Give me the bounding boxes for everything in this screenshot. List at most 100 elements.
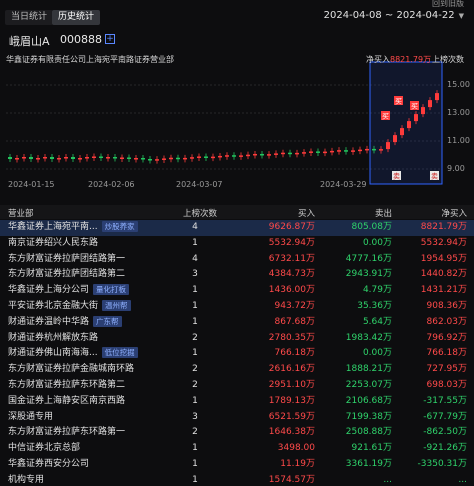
trade-marker-label: 卖 [431,173,438,181]
buy-cell: 9626.87万 [268,222,315,232]
table-row[interactable]: 华鑫证券上海宛平南... 炒股养家 4 9626.87万 805.08万 8821.79万 [0,220,474,236]
header-buy[interactable]: 买入 [240,207,315,219]
candle-body [351,150,355,152]
branch-name-cell: 华鑫证券上海宛平南... 炒股养家 [8,220,178,236]
branch-tag-badge[interactable]: 炒股养家 [101,221,138,232]
sell-cell: 2508.88万 [345,427,392,438]
table-row[interactable]: 机构专用 1 1574.57万...... [0,473,474,486]
net-buy-cell: 1431.21万 [420,285,467,296]
top-bar: 当日统计 历史统计 回到旧版 2024-04-08 ~ 2024-04-22 ▼ [0,0,474,30]
candle-body [239,155,243,157]
table-row[interactable]: 国金证券上海静安区南京西路 1 1789.13万 2106.68万 -317.55万 [0,394,474,410]
times-cell: 3 [192,411,198,422]
net-buy-cell: 908.36万 [426,300,468,311]
table-row[interactable]: 东方财富证券拉萨团结路第一 4 6732.11万 4777.16万 1954.95万 [0,252,474,268]
sell-cell: 1983.42万 [345,332,392,343]
sell-cell: 921.61万 [351,443,393,454]
candle-body [71,157,75,159]
branch-name-cell: 东方财富证券拉萨东环路第二 [8,378,178,394]
table-row[interactable]: 东方财富证券拉萨东环路第一 2 1646.38万 2508.88万 -862.50万 [0,425,474,441]
table-row[interactable]: 财通证券佛山南海海... 低位挖掘 1 766.18万 0.00万 766.18万 [0,346,474,362]
candle-body [393,135,397,143]
branch-name: 东方财富证券拉萨团结路第二 [8,269,126,280]
table-row[interactable]: 南京证券绍兴人民东路 1 5532.94万 0.00万 5532.94万 [0,236,474,252]
candle-body [8,157,12,159]
candle-body [295,152,299,155]
net-buy-cell: ... [458,474,467,485]
candle-body [225,155,229,157]
table-row[interactable]: 财通证券杭州解放东路 2 2780.35万 1983.42万 796.92万 [0,331,474,347]
candle-body [169,157,173,160]
buy-cell: 2616.16万 [268,364,315,375]
candle-body [337,150,341,152]
candle-body [400,128,404,136]
tab-history-stats[interactable]: 历史统计 [52,10,101,25]
candle-body [316,151,320,153]
table-row[interactable]: 财通证券温岭中华路 广东帮 1 867.68万 5.64万 862.03万 [0,315,474,331]
buy-cell: 2780.35万 [268,332,315,343]
net-buy-cell: -862.50万 [423,427,467,438]
branch-name-cell: 东方财富证券拉萨团结路第二 [8,267,178,283]
table-row[interactable]: 华鑫证券上海分公司 量化打板 1 1436.00万 4.79万 1431.21万 [0,283,474,299]
table-row[interactable]: 平安证券北京金融大街 温州帮 1 943.72万 35.36万 908.36万 [0,299,474,315]
table-row[interactable]: 东方财富证券拉萨团结路第二 3 4384.73万 2943.91万 1440.82万 [0,267,474,283]
candle-body [267,154,271,156]
candle-body [372,148,376,151]
branch-tag-badge[interactable]: 广东帮 [93,315,122,327]
tab-daily-stats[interactable]: 当日统计 [5,10,54,25]
kline-chart[interactable]: 15.00 13.00 11.00 9.00 2024-01-15 2024-02-06 2… [0,49,474,194]
add-watchlist-icon[interactable]: + [105,34,115,44]
table-row[interactable]: 深股通专用 3 6521.59万 7199.38万 -677.79万 [0,410,474,426]
sell-cell: 2253.07万 [345,379,392,390]
branch-tag-badge[interactable]: 温州帮 [102,299,131,311]
stock-name: 峨眉山A [9,35,50,48]
branch-name-cell: 平安证券北京金融大街 温州帮 [8,299,178,315]
times-cell: 1 [192,395,198,406]
branch-name-cell: 财通证券温岭中华路 广东帮 [8,315,178,331]
header-net-buy[interactable]: 净买入 [395,207,467,219]
candle-body [127,157,131,159]
branch-table: 华鑫证券上海宛平南... 炒股养家 4 9626.87万 805.08万 8821.79万… [0,220,474,486]
table-header: 营业部 上榜次数 买入 卖出 净买入 [0,205,474,219]
branch-name-cell: 机构专用 [8,473,178,486]
table-row[interactable]: 华鑫证券西安分公司 1 11.19万 3361.19万 -3350.31万 [0,457,474,473]
sell-cell: 35.36万 [357,300,392,311]
candle-body [141,158,145,160]
branch-name: 东方财富证券拉萨东环路第二 [8,379,126,390]
candle-body [302,152,306,154]
times-cell: 1 [192,316,198,327]
table-row[interactable]: 中信证券北京总部 1 3498.00 921.61万 -921.26万 [0,441,474,457]
header-sell[interactable]: 卖出 [320,207,392,219]
y-tick-label: 11.00 [447,136,470,145]
candle-body [407,121,411,129]
candle-body [176,157,180,160]
candle-body [15,158,19,160]
table-row[interactable]: 东方财富证券拉萨东环路第二 2 2951.10万 2253.07万 698.03万 [0,378,474,394]
times-cell: 1 [192,443,198,454]
branch-tag-badge[interactable]: 量化打板 [93,284,130,296]
table-row[interactable]: 东方财富证券拉萨金融城南环路 2 2616.16万 1888.21万 727.95万 [0,362,474,378]
net-buy-cell: 8821.79万 [420,222,467,232]
branch-tag-badge[interactable]: 低位挖掘 [101,347,138,359]
up-count-label: 上榜次数 [432,55,464,64]
candle-body [428,100,432,108]
sell-cell: 2943.91万 [345,269,392,280]
times-cell: 1 [192,237,198,248]
sell-cell: 7199.38万 [345,411,392,422]
candle-body [330,150,334,153]
header-times[interactable]: 上榜次数 [183,207,228,219]
stock-code: 000888 [60,33,102,46]
candle-body [64,157,68,159]
branch-name: 华鑫证券上海分公司 [8,285,90,296]
branch-name: 东方财富证券拉萨团结路第一 [8,253,126,264]
net-buy-cell: 1954.95万 [420,253,467,264]
candle-body [246,154,250,157]
candle-body [190,157,194,159]
back-to-old-version-link[interactable]: 回到旧版 [432,0,464,9]
date-range-picker[interactable]: 2024-04-08 ~ 2024-04-22 ▼ [324,10,464,21]
branch-title: 华鑫证券有限责任公司上海宛平南路证券营业部 [6,55,174,64]
sell-cell: 1888.21万 [345,364,392,375]
y-tick-label: 9.00 [447,164,465,173]
branch-name: 华鑫证券上海宛平南... [8,222,98,232]
sell-cell: 5.64万 [362,316,392,327]
